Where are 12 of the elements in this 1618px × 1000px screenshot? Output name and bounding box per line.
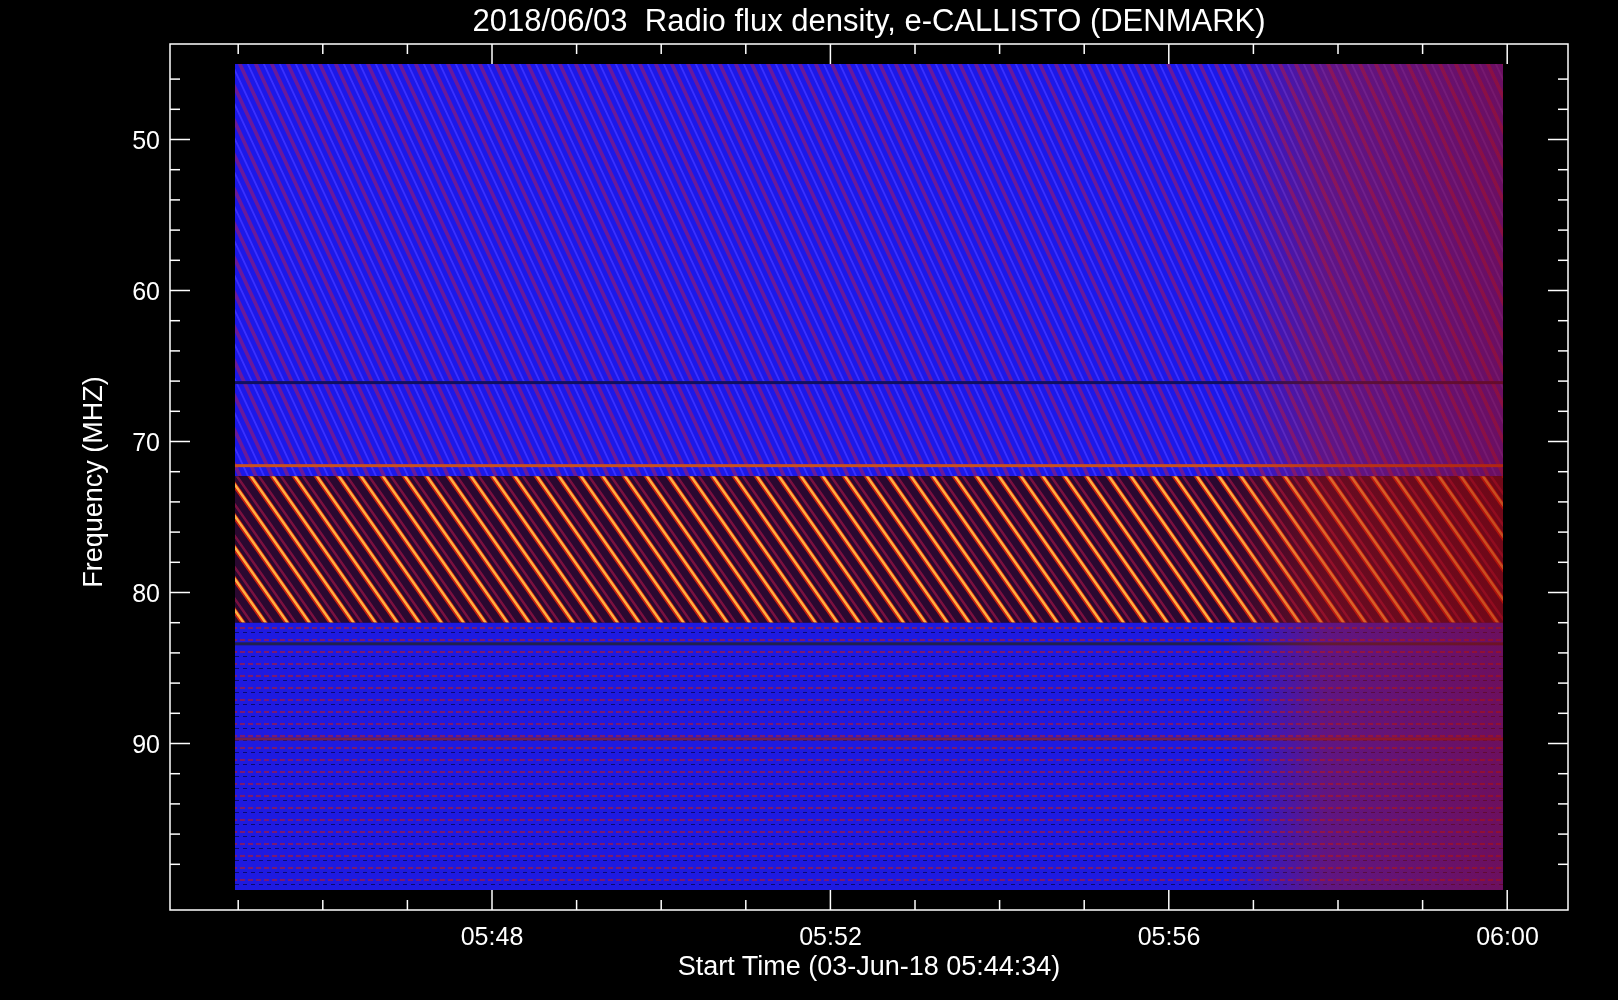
x-axis-label: Start Time (03-Jun-18 05:44:34) [677, 951, 1061, 981]
chart-title: 2018/06/03 Radio flux density, e-CALLISTO (DENMARK) [472, 3, 1266, 38]
tick-label: 70 [132, 427, 160, 456]
tick-label: 60 [132, 276, 160, 305]
y-axis-label: Frequency (MHZ) [78, 376, 108, 588]
tick-label: 05:52 [799, 922, 862, 950]
tick-label: 05:56 [1137, 922, 1201, 950]
tick-label: 90 [132, 729, 160, 758]
tick-label: 06:00 [1476, 922, 1539, 950]
tick-label: 50 [132, 125, 160, 154]
tick-label: 05:48 [460, 922, 524, 950]
tick-label: 80 [132, 578, 160, 607]
